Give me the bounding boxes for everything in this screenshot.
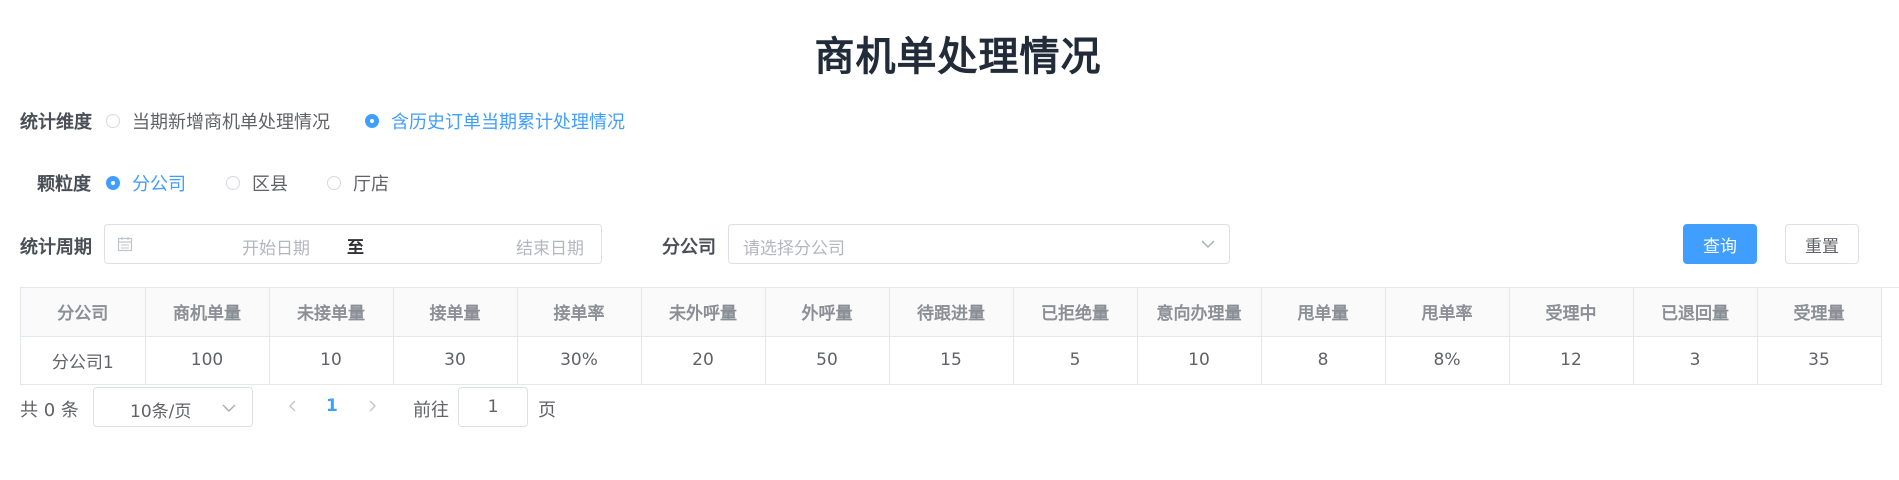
radio-dimension-cumulative[interactable]: 含历史订单当期累计处理情况: [365, 108, 625, 134]
granularity-label: 颗粒度: [37, 174, 91, 195]
radio-granularity-store[interactable]: 厅店: [327, 170, 389, 196]
pagination-total: 共 0 条: [20, 400, 79, 421]
table-cell: 3: [1633, 336, 1758, 385]
column-header: 甩单量: [1261, 288, 1386, 337]
radio-granularity-district[interactable]: 区县: [226, 170, 288, 196]
column-header: 待跟进量: [889, 288, 1014, 337]
calendar-icon: [117, 237, 133, 252]
column-header: 受理中: [1509, 288, 1634, 337]
column-header: 未接单量: [269, 288, 394, 337]
branch-select-placeholder: 请选择分公司: [743, 239, 845, 259]
data-table: 分公司 商机单量 未接单量 接单量 接单率 未外呼量 外呼量 待跟进量 已拒绝量 意向办理量 甩单量…: [20, 287, 1899, 385]
table-cell: 5: [1013, 336, 1138, 385]
column-header: 商机单量: [145, 288, 270, 337]
column-header: 已退回量: [1633, 288, 1758, 337]
column-header: 意向办理量: [1137, 288, 1262, 337]
column-header: 接单率: [517, 288, 642, 337]
start-date-input[interactable]: 开始日期: [191, 234, 361, 259]
period-label: 统计周期: [20, 237, 92, 258]
prev-page-icon[interactable]: [280, 392, 304, 420]
table-cell: 20: [641, 336, 766, 385]
page-size-select[interactable]: 10条/页: [93, 387, 253, 427]
query-button[interactable]: 查询: [1683, 224, 1757, 264]
dimension-label: 统计维度: [20, 112, 92, 133]
column-header: 接单量: [393, 288, 518, 337]
column-header: 甩单率: [1385, 288, 1510, 337]
radio-label: 厅店: [353, 174, 389, 195]
radio-circle[interactable]: [365, 114, 379, 128]
goto-label: 前往: [413, 400, 449, 421]
table-cell: 35: [1757, 336, 1882, 385]
table-cell: 8%: [1385, 336, 1510, 385]
radio-circle[interactable]: [327, 176, 341, 190]
table-row: 分公司1 100 10 30 30% 20 50 15 5 10 8 8% 12 3 35: [21, 336, 1882, 385]
radio-label: 分公司: [132, 174, 186, 195]
table-cell: 50: [765, 336, 890, 385]
branch-label: 分公司: [662, 237, 716, 258]
radio-circle[interactable]: [226, 176, 240, 190]
radio-circle[interactable]: [106, 114, 120, 128]
radio-label: 当期新增商机单处理情况: [132, 112, 330, 133]
table-cell: 10: [1137, 336, 1262, 385]
column-header: 受理量: [1757, 288, 1882, 337]
radio-granularity-branch[interactable]: 分公司: [106, 170, 186, 196]
chevron-down-icon: [222, 404, 236, 412]
column-header: 分公司: [21, 288, 146, 337]
table-cell: 分公司1: [21, 336, 146, 385]
goto-page-input[interactable]: [458, 387, 528, 427]
column-header: 已拒绝量: [1013, 288, 1138, 337]
radio-label: 含历史订单当期累计处理情况: [391, 112, 625, 133]
table-cell: 30%: [517, 336, 642, 385]
page-number-current[interactable]: 1: [326, 396, 338, 416]
goto-suffix: 页: [538, 400, 556, 421]
radio-circle[interactable]: [106, 176, 120, 190]
end-date-input[interactable]: 结束日期: [485, 234, 615, 259]
table-cell: 10: [269, 336, 394, 385]
column-header: 未外呼量: [641, 288, 766, 337]
table-cell: 12: [1509, 336, 1634, 385]
date-range-picker[interactable]: 开始日期 至 结束日期: [104, 224, 602, 264]
radio-dimension-new[interactable]: 当期新增商机单处理情况: [106, 108, 330, 134]
reset-button[interactable]: 重置: [1785, 224, 1859, 264]
table-cell: 15: [889, 336, 1014, 385]
table-cell: 8: [1261, 336, 1386, 385]
chevron-down-icon: [1201, 240, 1215, 248]
radio-label: 区县: [252, 174, 288, 195]
column-header: 外呼量: [765, 288, 890, 337]
table-cell: 100: [145, 336, 270, 385]
date-separator: 至: [347, 238, 364, 258]
page-title: 商机单处理情况: [814, 34, 1102, 80]
page-size-value: 10条/页: [130, 402, 192, 422]
branch-select[interactable]: 请选择分公司: [728, 224, 1230, 264]
table-cell: 30: [393, 336, 518, 385]
next-page-icon[interactable]: [361, 392, 385, 420]
table-header-row: 分公司 商机单量 未接单量 接单量 接单率 未外呼量 外呼量 待跟进量 已拒绝量 意向办理量 甩单量…: [21, 288, 1882, 337]
